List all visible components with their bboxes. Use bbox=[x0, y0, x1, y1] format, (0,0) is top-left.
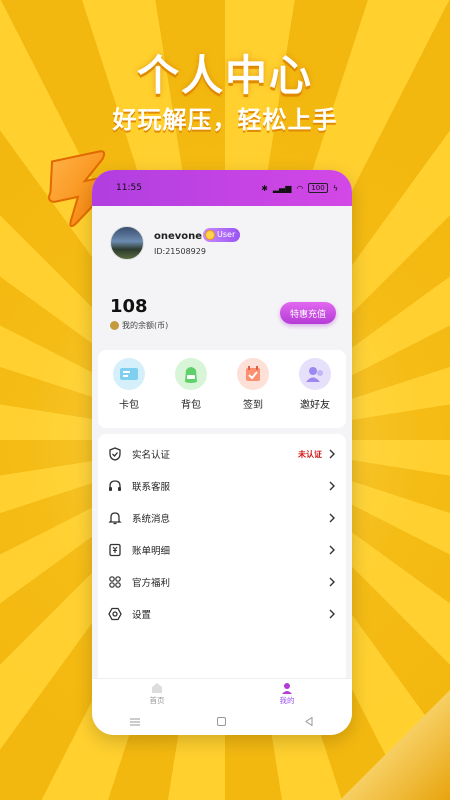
menu-item-support[interactable]: 联系客服 bbox=[98, 470, 346, 502]
badge-coin-icon bbox=[205, 230, 215, 240]
profile-header: onevone User ID:21508929 bbox=[98, 206, 346, 290]
home-icon bbox=[152, 682, 162, 693]
recharge-button[interactable]: 特惠充值 bbox=[280, 302, 336, 324]
coin-icon bbox=[110, 321, 119, 330]
balance-amount: 108 bbox=[110, 296, 148, 317]
quick-label-backpack: 背包 bbox=[181, 400, 201, 411]
quick-label-invite: 邀好友 bbox=[300, 400, 330, 411]
menu-item-bills[interactable]: 账单明细 bbox=[98, 534, 346, 566]
chevron-right-icon bbox=[329, 481, 335, 491]
balance-section: 108 我的余额(币) 特惠充值 bbox=[98, 290, 346, 350]
status-bar: 11:55 ✱ ▂▄▆ ◠ 100 ϟ bbox=[92, 170, 352, 206]
home-nav-icon[interactable] bbox=[215, 715, 229, 729]
settings-hex-icon bbox=[108, 607, 122, 621]
tab-mine-label: 我的 bbox=[279, 695, 295, 705]
menu-nav-icon[interactable] bbox=[128, 715, 142, 729]
menu-label-messages: 系统消息 bbox=[132, 514, 171, 525]
menu-label-benefits: 官方福利 bbox=[132, 578, 171, 589]
menu-label-settings: 设置 bbox=[132, 610, 152, 621]
quick-actions: 卡包 背包 签到 邀好友 bbox=[98, 350, 346, 428]
tab-mine[interactable]: 我的 bbox=[247, 679, 327, 708]
badge-label: User bbox=[217, 230, 236, 239]
tab-home-label: 首页 bbox=[149, 695, 165, 705]
bell-icon bbox=[108, 511, 122, 525]
bottom-tab-bar: 首页 我的 bbox=[92, 678, 352, 708]
user-level-badge: User bbox=[203, 228, 241, 242]
avatar[interactable] bbox=[110, 226, 144, 260]
menu-list: 实名认证 未认证 联系客服 系统消息 账单明细 官方福利 设置 bbox=[98, 434, 346, 684]
menu-item-verify[interactable]: 实名认证 未认证 bbox=[98, 438, 346, 470]
card-wallet-icon bbox=[113, 358, 145, 390]
battery-level: 100 bbox=[311, 184, 325, 192]
headset-icon bbox=[108, 479, 122, 493]
back-nav-icon[interactable] bbox=[302, 715, 316, 729]
menu-item-settings[interactable]: 设置 bbox=[98, 598, 346, 630]
bill-icon bbox=[108, 543, 122, 557]
calendar-checkin-icon bbox=[237, 358, 269, 390]
profile-icon bbox=[282, 682, 292, 694]
system-nav-bar bbox=[92, 708, 352, 735]
verify-status: 未认证 bbox=[298, 449, 322, 459]
menu-label-bills: 账单明细 bbox=[132, 546, 171, 557]
promo-title: 个人中心 bbox=[136, 51, 313, 100]
menu-item-benefits[interactable]: 官方福利 bbox=[98, 566, 346, 598]
backpack-icon bbox=[175, 358, 207, 390]
verify-shield-icon bbox=[108, 447, 122, 461]
charging-icon: ϟ bbox=[332, 183, 338, 193]
tab-home[interactable]: 首页 bbox=[117, 679, 197, 708]
menu-label-support: 联系客服 bbox=[132, 482, 171, 493]
quick-item-invite[interactable]: 邀好友 bbox=[287, 358, 343, 411]
balance-label: 我的余额(币) bbox=[110, 320, 168, 331]
content-area: onevone User ID:21508929 108 我的余额(币) 特惠充… bbox=[92, 206, 352, 684]
bluetooth-icon: ✱ bbox=[261, 183, 268, 193]
invite-friends-icon bbox=[299, 358, 331, 390]
quick-label-checkin: 签到 bbox=[243, 400, 263, 411]
grid-knot-icon bbox=[108, 575, 122, 589]
chevron-right-icon bbox=[329, 513, 335, 523]
username: onevone bbox=[154, 231, 203, 242]
quick-label-card-wallet: 卡包 bbox=[119, 400, 139, 411]
quick-item-backpack[interactable]: 背包 bbox=[163, 358, 219, 411]
chevron-right-icon bbox=[329, 609, 335, 619]
chevron-right-icon bbox=[329, 577, 335, 587]
status-time: 11:55 bbox=[116, 183, 142, 193]
quick-item-card-wallet[interactable]: 卡包 bbox=[101, 358, 157, 411]
phone-frame: 11:55 ✱ ▂▄▆ ◠ 100 ϟ onevone User ID:2150… bbox=[92, 170, 352, 735]
user-id: ID:21508929 bbox=[154, 247, 206, 256]
balance-label-text: 我的余额(币) bbox=[122, 321, 169, 330]
promo-subtitle: 好玩解压，轻松上手 bbox=[112, 106, 338, 134]
battery-icon: 100 bbox=[308, 183, 328, 193]
chevron-right-icon bbox=[329, 449, 335, 459]
wifi-icon: ◠ bbox=[296, 183, 304, 193]
chevron-right-icon bbox=[329, 545, 335, 555]
menu-label-verify: 实名认证 bbox=[132, 450, 171, 461]
status-icons: ✱ ▂▄▆ ◠ 100 ϟ bbox=[261, 183, 338, 193]
menu-item-messages[interactable]: 系统消息 bbox=[98, 502, 346, 534]
signal-icon: ▂▄▆ bbox=[272, 183, 292, 193]
quick-item-checkin[interactable]: 签到 bbox=[225, 358, 281, 411]
